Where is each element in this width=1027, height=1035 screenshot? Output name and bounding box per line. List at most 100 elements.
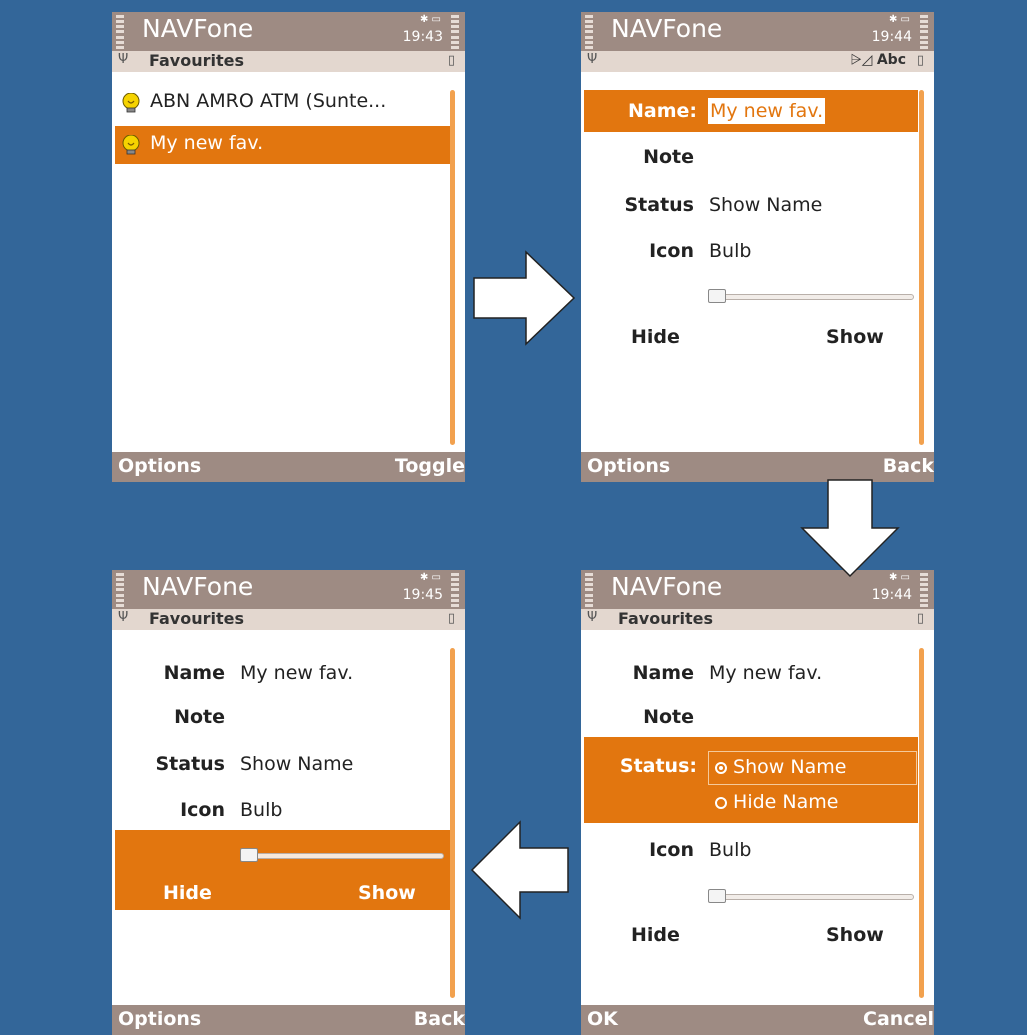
slider-max-label: Show [826,924,884,946]
battery-indicator-icon: ▯ [447,53,455,68]
slider-min-label: Hide [631,326,680,348]
bluetooth-icon: ✱ ▭ [888,14,910,25]
name-label: Name: [627,100,697,122]
radio-hide-name[interactable]: Hide Name [715,791,838,813]
ok-softkey[interactable]: OK [587,1008,618,1030]
icon-label: Icon [180,799,225,821]
title-bar: Ψ ⩥◿ Abc ▯ [581,51,934,72]
screen-status-picker: NAVFone ✱ ▭ 19:44 Ψ Favourites ▯ Name My… [581,570,934,1035]
antenna-icon: Ψ [587,610,598,625]
arrow-left-icon [470,820,569,920]
options-softkey[interactable]: Options [118,1008,201,1030]
slider-max-label: Show [358,882,416,904]
clock: 19:44 [871,587,912,603]
name-label: Name [632,662,694,684]
note-label: Note [643,146,694,168]
arrow-right-icon [473,250,576,346]
clock: 19:45 [402,587,443,603]
visibility-slider-track[interactable] [708,294,914,300]
toggle-softkey[interactable]: Toggle [395,455,465,477]
status-label: Status: [619,755,697,777]
input-mode-indicator: ⩥◿ Abc [850,52,906,68]
options-softkey[interactable]: Options [118,455,201,477]
scrollbar[interactable] [450,648,455,998]
icon-value[interactable]: Bulb [709,839,751,861]
battery-icon [451,573,459,607]
softkey-bar: Options Toggle [112,452,465,482]
battery-indicator-icon: ▯ [916,611,924,626]
status-bar: NAVFone ✱ ▭ 19:43 [112,12,465,51]
slider-row-selected[interactable]: Hide Show [115,830,451,910]
cancel-softkey[interactable]: Cancel [863,1008,934,1030]
status-label: Status [624,194,694,216]
radio-unchecked-icon [715,796,727,809]
page-title: Favourites [618,609,713,628]
list-item-selected[interactable]: My new fav. [115,126,452,164]
scrollbar[interactable] [919,90,924,445]
bulb-icon [122,135,140,155]
softkey-bar: OK Cancel [581,1005,934,1035]
page-title: Favourites [149,51,244,70]
slider-min-label: Hide [163,882,212,904]
signal-strength-icon [585,15,593,49]
visibility-slider-knob[interactable] [708,289,726,303]
battery-icon [451,15,459,49]
visibility-slider-knob[interactable] [240,848,258,862]
bluetooth-icon: ✱ ▭ [419,14,441,25]
status-bar: NAVFone ✱ ▭ 19:44 [581,12,934,51]
antenna-icon: Ψ [118,52,129,67]
options-softkey[interactable]: Options [587,455,670,477]
app-title: NAVFone [611,14,723,43]
list-item-label: My new fav. [150,132,264,154]
icon-value[interactable]: Bulb [240,799,282,821]
antenna-icon: Ψ [587,52,598,67]
title-bar: Ψ Favourites ▯ [112,609,465,630]
antenna-icon: Ψ [118,610,129,625]
battery-indicator-icon: ▯ [447,611,455,626]
back-softkey[interactable]: Back [883,455,934,477]
note-label: Note [174,706,225,728]
icon-value[interactable]: Bulb [709,240,751,262]
radio-show-name[interactable]: Show Name [715,756,846,778]
scrollbar[interactable] [919,648,924,998]
title-bar: Ψ Favourites ▯ [112,51,465,72]
screen-edit-favourite: NAVFone ✱ ▭ 19:44 Ψ ⩥◿ Abc ▯ Name: My ne… [581,12,934,482]
slider-min-label: Hide [631,924,680,946]
name-input[interactable]: My new fav. [708,98,826,124]
visibility-slider-knob[interactable] [708,889,726,903]
bluetooth-icon: ✱ ▭ [419,572,441,583]
clock: 19:44 [871,29,912,45]
radio-checked-icon [715,761,727,774]
name-value[interactable]: My new fav. [709,662,822,684]
clock: 19:43 [402,29,443,45]
list-item[interactable]: ABN AMRO ATM (Sunte... [115,84,452,122]
pencil-icon: ⩥◿ [850,52,877,68]
bulb-icon [122,93,140,113]
title-bar: Ψ Favourites ▯ [581,609,934,630]
status-row-selected[interactable]: Status: Show Name Hide Name [584,737,918,823]
visibility-slider-track[interactable] [240,853,444,859]
name-row-selected[interactable]: Name: My new fav. [584,90,918,132]
slider-max-label: Show [826,326,884,348]
scrollbar[interactable] [450,90,455,445]
screen-favourite-details: NAVFone ✱ ▭ 19:45 Ψ Favourites ▯ Name My… [112,570,465,1035]
status-value[interactable]: Show Name [240,753,353,775]
signal-strength-icon [585,573,593,607]
signal-strength-icon [116,573,124,607]
status-value[interactable]: Show Name [709,194,822,216]
app-title: NAVFone [611,572,723,601]
name-label: Name [163,662,225,684]
battery-icon [920,573,928,607]
icon-label: Icon [649,839,694,861]
screen-favourites-list: NAVFone ✱ ▭ 19:43 Ψ Favourites ▯ ABN AMR… [112,12,465,482]
visibility-slider-track[interactable] [708,894,914,900]
name-value[interactable]: My new fav. [240,662,353,684]
battery-icon [920,15,928,49]
icon-label: Icon [649,240,694,262]
status-bar: NAVFone ✱ ▭ 19:45 [112,570,465,609]
status-label: Status [155,753,225,775]
app-title: NAVFone [142,572,254,601]
back-softkey[interactable]: Back [414,1008,465,1030]
signal-strength-icon [116,15,124,49]
softkey-bar: Options Back [112,1005,465,1035]
